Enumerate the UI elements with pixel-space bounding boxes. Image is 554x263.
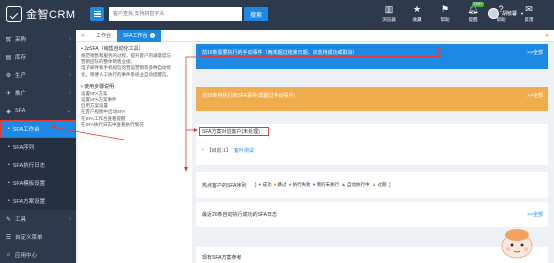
scheme-customers-panel: SFA方案对应客户(未处理) › 【目前:1】 客叶测试: [196, 124, 548, 165]
close-icon[interactable]: ×: [150, 33, 156, 38]
sidebar-item-sfa-sequence[interactable]: • SFA序列: [0, 138, 76, 156]
sidebar-item-sfa-workbench[interactable]: • SFA工作台: [0, 120, 76, 138]
cart-icon: 🛒︎: [5, 36, 13, 43]
reminder-badge: TEST: [472, 2, 484, 7]
chart-icon: ▥: [384, 4, 394, 14]
search-button[interactable]: 搜索: [244, 7, 268, 21]
highlight-frame: [199, 127, 269, 136]
sidebar-item-production[interactable]: ⚙ 生产 ‹: [0, 66, 76, 84]
failed-icon: ●: [288, 182, 292, 188]
auto-icon: ▲: [341, 182, 347, 188]
tab-scroll-left-icon[interactable]: «: [76, 33, 90, 39]
highlight-frame: [199, 47, 439, 57]
panel-title: 前10条待执行的SFA事件(需超过手动事件): [202, 93, 296, 99]
search-input[interactable]: [109, 7, 242, 21]
chat-icon: ✉: [525, 4, 533, 14]
sidebar-item-tools[interactable]: ✎ 工具 ‹: [0, 210, 76, 228]
home-icon: ⌂: [6, 252, 11, 258]
pending-events-panel: 前10条待执行的SFA事件(需超过手动事件) >>全部: [196, 87, 548, 111]
megaphone-icon: ✈: [5, 90, 12, 97]
list-icon: ☰: [5, 234, 12, 241]
customer-link[interactable]: 客叶测试: [234, 147, 254, 154]
menu-toggle-button[interactable]: [90, 7, 104, 21]
user-menu[interactable]: 胡敏馨 ▼: [488, 8, 524, 19]
top-icon-browser[interactable]: ▥ 浏览器: [378, 3, 400, 23]
chevron-down-icon: ▼: [520, 11, 524, 16]
help-panel: • JzSFA（销售自动化工具） 规范销售和服务的过程，提升客户的满意度与 营销…: [78, 42, 192, 263]
box-icon: ▤: [5, 54, 12, 61]
panel-title: 热点客户的SFA序列: [202, 182, 247, 189]
check-icon: ●: [258, 182, 262, 188]
tab-bar: « 工作台 SFA工作台 × »: [76, 29, 554, 42]
chevron-left-icon: ‹: [69, 54, 71, 60]
top-icon-reminder[interactable]: TEST 🔔︎ 提醒: [462, 2, 484, 23]
avatar: [488, 8, 499, 19]
sidebar-item-app-center[interactable]: ⌂ 应用中心: [0, 246, 76, 263]
legend-expired: ▲ 过期: [371, 182, 387, 188]
manual-events-panel: 前10条需要执行的手动事件（两未超过结束日期、状态待成功或取消） >>全部: [196, 44, 548, 69]
view-all-link[interactable]: >>全部: [527, 49, 543, 56]
count-label: 【目前:1】: [206, 147, 231, 154]
bullet-icon: •: [8, 126, 10, 132]
sidebar-item-sfa-template[interactable]: • SFA模板设置: [0, 174, 76, 192]
panel-title: 最近20条自动执行成功的SFA日志: [202, 212, 278, 218]
top-bar: 金智CRM 搜索 ▥ 浏览器 ★ 收藏 ⚑ 帮助 TEST 🔔︎ 提醒 ? 帮助…: [0, 0, 554, 30]
skip-icon: ●: [273, 182, 277, 188]
logo-text: 金智CRM: [26, 9, 76, 21]
panel-title: 现有SFA方案参考: [202, 254, 242, 261]
bullet-icon: •: [8, 144, 10, 150]
view-all-link[interactable]: >>全部: [527, 92, 543, 99]
legend-success: ● 成功: [258, 182, 272, 188]
tab-scroll-right-icon[interactable]: »: [540, 33, 554, 39]
chevron-left-icon: ‹: [69, 216, 71, 222]
sidebar-item-purchase[interactable]: 🛒︎ 采购 ‹: [0, 30, 76, 48]
chevron-left-icon: ‹: [69, 72, 71, 78]
legend-auto-running: ▲ 自动执行中: [341, 182, 370, 188]
list-item: › 【目前:1】 客叶测试: [196, 144, 548, 156]
view-all-link[interactable]: >>全部: [527, 211, 543, 218]
bullet-icon: •: [8, 198, 10, 204]
sidebar-item-inventory[interactable]: ▤ 库存 ‹: [0, 48, 76, 66]
bullet-icon: •: [8, 162, 10, 168]
chevron-down-icon: ⌄: [66, 108, 71, 114]
help-section-title: • 使用步骤说明: [81, 83, 115, 90]
help-line: 在SFA执行日志中查看执行情况: [81, 121, 144, 127]
sidebar-item-sfa[interactable]: ◈ SFA ⌄: [0, 102, 76, 120]
top-icon-favorite[interactable]: ★ 收藏: [406, 3, 428, 23]
expand-icon[interactable]: ›: [202, 147, 204, 153]
sidebar-item-sfa-scheme[interactable]: • SFA方案设置: [0, 192, 76, 210]
tab-workbench[interactable]: 工作台: [90, 30, 117, 42]
logo[interactable]: 金智CRM: [6, 6, 76, 22]
gear-icon: ⚙: [5, 72, 12, 79]
legend-failed: ● 执行失败: [288, 182, 311, 188]
chevron-left-icon: ‹: [69, 36, 71, 42]
legend-skip: ● 跳过: [273, 182, 287, 188]
auto-success-log-panel: 最近20条自动执行成功的SFA日志 >>全部: [196, 202, 548, 227]
logo-icon: [6, 6, 22, 22]
sfa-icon: ◈: [6, 108, 11, 115]
pending-icon: ●: [312, 182, 316, 188]
sidebar-item-sfa-log[interactable]: • SFA执行日志: [0, 156, 76, 174]
sidebar-item-custom-menu[interactable]: ☰ 自定义菜单: [0, 228, 76, 246]
wrench-icon: ✎: [5, 216, 12, 223]
chevron-left-icon: ‹: [69, 90, 71, 96]
existing-schemes-panel: 现有SFA方案参考: [196, 247, 548, 263]
warning-icon: ▲: [371, 182, 377, 188]
top-icon-help-flag[interactable]: ⚑ 帮助: [434, 3, 456, 23]
bullet-icon: •: [8, 180, 10, 186]
sidebar-item-promotion[interactable]: ✈ 推广 ‹: [0, 84, 76, 102]
hot-customers-sequence-panel: 热点客户的SFA序列 【 ● 成功 ● 跳过 ● 执行失败 ● 我的未执行 ▲ 自动执行中…: [196, 172, 548, 198]
user-name: 胡敏馨: [502, 11, 518, 17]
tab-sfa-workbench[interactable]: SFA工作台 ×: [117, 29, 162, 42]
star-icon: ★: [412, 4, 422, 14]
mascot-icon[interactable]: [498, 226, 536, 260]
sidebar: 🛒︎ 采购 ‹ ▤ 库存 ‹ ⚙ 生产 ‹ ✈ 推广 ‹ ◈ SFA ⌄ • S…: [0, 30, 76, 263]
legend-my-pending: ● 我的未执行: [312, 182, 340, 188]
help-section-title: • JzSFA（销售自动化工具）: [81, 46, 144, 52]
flag-icon: ⚑: [440, 4, 450, 14]
